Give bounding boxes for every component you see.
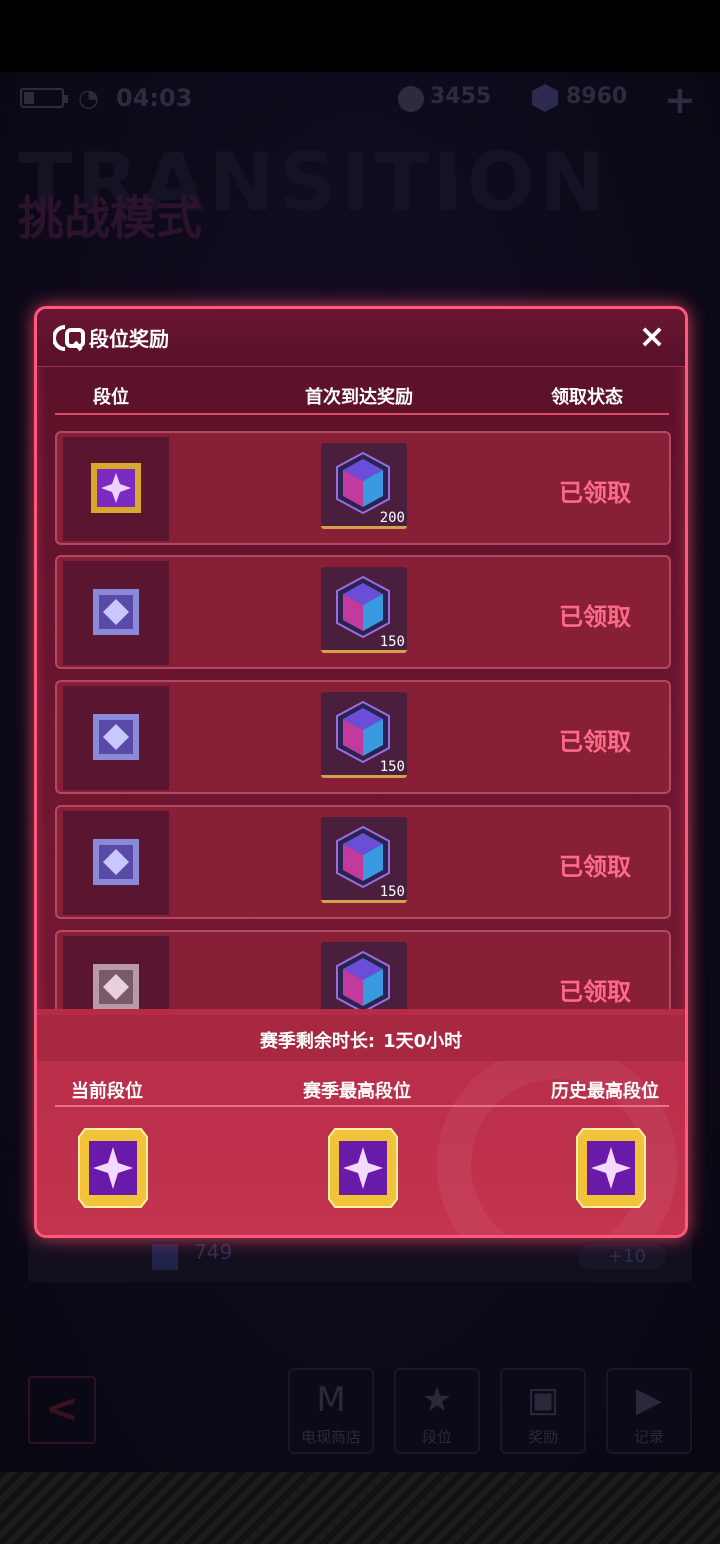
rank-slot bbox=[63, 686, 169, 790]
reward-amount: 150 bbox=[379, 884, 405, 900]
system-bottom-bar bbox=[0, 1472, 720, 1544]
dialog-header: 段位奖励 × bbox=[37, 309, 685, 367]
cube-gem-icon bbox=[336, 575, 390, 639]
claim-status: 已领取 bbox=[559, 728, 631, 756]
rank-summary-labels: 当前段位 赛季最高段位 历史最高段位 bbox=[55, 1067, 669, 1107]
season-timer: 赛季剩余时长: 1天0小时 bbox=[37, 1027, 685, 1053]
rank-badge-icon bbox=[93, 714, 139, 760]
cube-gem-icon bbox=[336, 825, 390, 889]
rank-badge-icon bbox=[93, 589, 139, 635]
season-best-label: 赛季最高段位 bbox=[303, 1081, 411, 1102]
reward-amount: 150 bbox=[379, 759, 405, 775]
rank-slot bbox=[63, 936, 169, 1009]
rank-slot bbox=[63, 437, 169, 541]
reward-row: 150 已领取 bbox=[55, 805, 671, 919]
claim-status: 已领取 bbox=[559, 479, 631, 507]
season-timer-bar: 赛季剩余时长: 1天0小时 bbox=[37, 1015, 685, 1061]
season-timer-value: 1天0小时 bbox=[383, 1031, 463, 1052]
current-rank-badge-icon bbox=[78, 1128, 148, 1208]
close-button[interactable]: × bbox=[635, 319, 669, 353]
cube-gem-icon bbox=[336, 700, 390, 764]
header-reward: 首次到达奖励 bbox=[305, 387, 413, 408]
rank-slot bbox=[63, 811, 169, 915]
header-rank: 段位 bbox=[93, 387, 129, 408]
rank-badge-icon bbox=[91, 463, 141, 513]
history-best-badge-icon bbox=[576, 1128, 646, 1208]
reward-list[interactable]: 200 已领取 150 已领取 150 已领取 150 已领取 已领取 bbox=[55, 431, 671, 1009]
reward-amount: 200 bbox=[379, 510, 405, 526]
reward-slot: 150 bbox=[321, 692, 407, 778]
season-best-badge-icon bbox=[328, 1128, 398, 1208]
rank-reward-dialog: 段位奖励 × 段位 首次到达奖励 领取状态 200 已领取 150 已领取 15… bbox=[34, 306, 688, 1238]
rank-slot bbox=[63, 561, 169, 665]
system-top-bar bbox=[0, 0, 720, 72]
claim-status: 已领取 bbox=[559, 853, 631, 881]
cube-gem-icon bbox=[336, 950, 390, 1009]
reward-row: 150 已领取 bbox=[55, 680, 671, 794]
reward-slot: 150 bbox=[321, 817, 407, 903]
rank-logo-icon bbox=[52, 323, 85, 353]
reward-slot: 150 bbox=[321, 567, 407, 653]
rank-summary: 赛季剩余时长: 1天0小时 当前段位 赛季最高段位 历史最高段位 bbox=[37, 1009, 685, 1235]
history-best-label: 历史最高段位 bbox=[551, 1081, 659, 1102]
current-rank-label: 当前段位 bbox=[71, 1081, 143, 1102]
reward-slot bbox=[321, 942, 407, 1009]
claim-status: 已领取 bbox=[559, 603, 631, 631]
cube-gem-icon bbox=[336, 451, 390, 515]
header-status: 领取状态 bbox=[551, 387, 623, 408]
reward-row: 150 已领取 bbox=[55, 555, 671, 669]
reward-amount: 150 bbox=[379, 634, 405, 650]
table-header: 段位 首次到达奖励 领取状态 bbox=[55, 375, 669, 415]
reward-row: 已领取 bbox=[55, 930, 671, 1009]
dialog-title: 段位奖励 bbox=[89, 327, 169, 351]
rank-badge-icon bbox=[93, 839, 139, 885]
reward-slot: 200 bbox=[321, 443, 407, 529]
season-timer-label: 赛季剩余时长: bbox=[259, 1031, 376, 1052]
rank-badge-icon bbox=[93, 964, 139, 1009]
reward-row: 200 已领取 bbox=[55, 431, 671, 545]
claim-status: 已领取 bbox=[559, 978, 631, 1006]
